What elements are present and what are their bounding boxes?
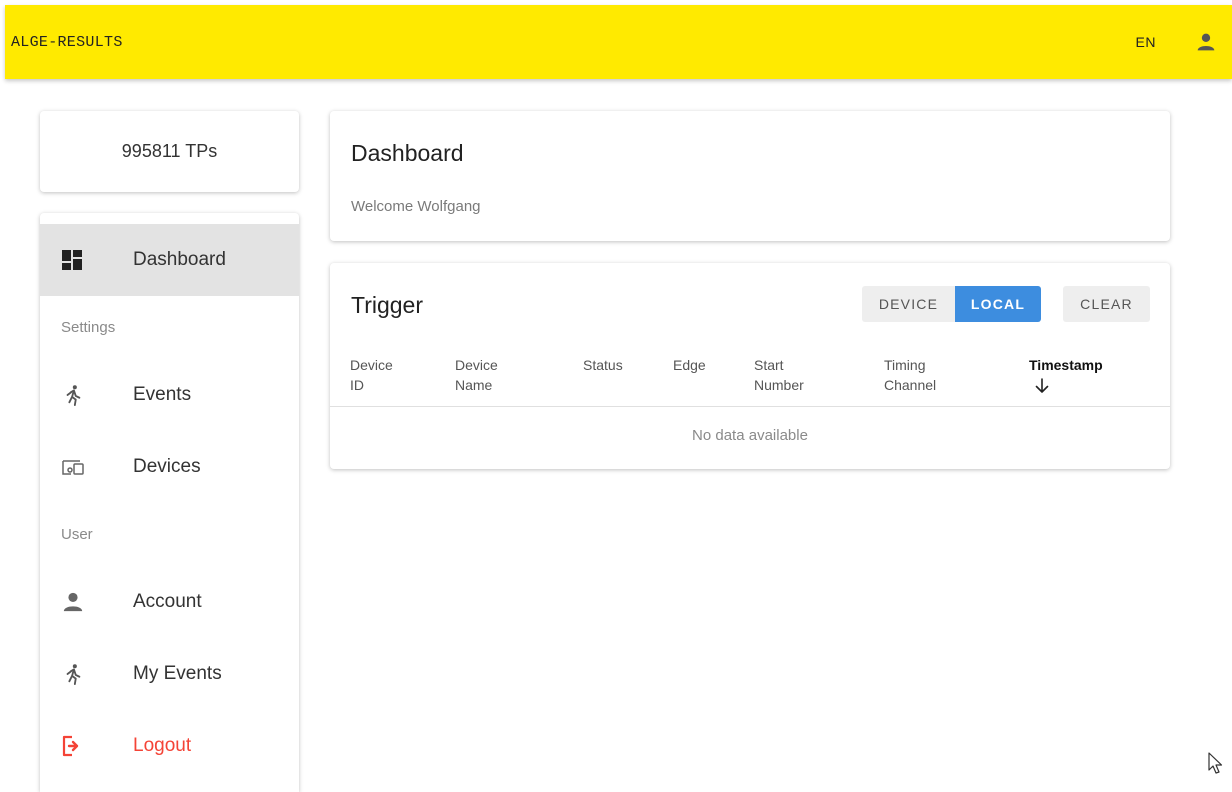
device-source-button[interactable]: DEVICE xyxy=(862,286,955,322)
account-menu-button[interactable] xyxy=(1194,30,1218,54)
column-header-line: Name xyxy=(455,377,493,393)
column-header-line: ID xyxy=(350,377,364,393)
dashboard-icon xyxy=(40,250,133,270)
sidebar-item-label: Account xyxy=(133,591,202,612)
tp-balance: 995811 TPs xyxy=(121,141,218,161)
tp-balance-card: 995811 TPs xyxy=(40,111,299,192)
clear-button[interactable]: CLEAR xyxy=(1063,286,1150,322)
column-header-line: Channel xyxy=(884,377,937,393)
account-icon xyxy=(1197,33,1215,51)
column-header-status[interactable]: Status xyxy=(583,355,623,375)
column-header-line: Timing xyxy=(884,357,926,373)
trigger-card: Trigger DEVICE LOCAL CLEAR Device ID Dev… xyxy=(330,263,1170,469)
sidebar: Dashboard Settings Events Devices User A… xyxy=(40,213,299,792)
trigger-title: Trigger xyxy=(351,292,423,318)
settings-subheader: Settings xyxy=(61,319,116,336)
devices-icon xyxy=(40,458,133,476)
app-bar: ALGE-RESULTS EN xyxy=(5,5,1232,79)
source-toggle: DEVICE LOCAL xyxy=(862,286,1041,322)
no-data-message: No data available xyxy=(692,427,808,444)
table-divider xyxy=(330,406,1170,407)
column-header-start-number[interactable]: Start Number xyxy=(754,355,804,395)
column-header-line: Number xyxy=(754,377,804,393)
user-subheader: User xyxy=(61,526,93,543)
sidebar-item-label: Dashboard xyxy=(133,249,226,270)
sidebar-item-events[interactable]: Events xyxy=(40,359,299,431)
logout-icon xyxy=(40,735,133,757)
sidebar-item-devices[interactable]: Devices xyxy=(40,431,299,503)
app-title[interactable]: ALGE-RESULTS xyxy=(11,34,123,51)
column-header-timing-channel[interactable]: Timing Channel xyxy=(884,355,936,395)
column-header-line: Edge xyxy=(673,357,706,373)
sidebar-item-logout[interactable]: Logout xyxy=(40,710,299,782)
column-header-line: Status xyxy=(583,357,623,373)
sidebar-item-my-events[interactable]: My Events xyxy=(40,638,299,710)
column-header-line: Timestamp xyxy=(1029,357,1103,373)
sidebar-item-label: Events xyxy=(133,384,192,405)
sidebar-item-label: My Events xyxy=(133,663,222,684)
column-header-line: Start xyxy=(754,357,784,373)
run-icon xyxy=(40,383,133,407)
mouse-cursor-icon xyxy=(1208,752,1223,774)
sidebar-item-dashboard[interactable]: Dashboard xyxy=(40,224,299,296)
column-header-timestamp[interactable]: Timestamp xyxy=(1029,355,1103,394)
dashboard-title: Dashboard xyxy=(351,140,464,166)
welcome-text: Welcome Wolfgang xyxy=(351,198,481,215)
local-source-button[interactable]: LOCAL xyxy=(955,286,1041,322)
language-button[interactable]: EN xyxy=(1136,34,1156,50)
column-header-line: Device xyxy=(350,357,393,373)
sidebar-item-account[interactable]: Account xyxy=(40,566,299,638)
column-header-device-name[interactable]: Device Name xyxy=(455,355,498,395)
run-icon xyxy=(40,662,133,686)
sidebar-item-label: Devices xyxy=(133,456,201,477)
column-header-device-id[interactable]: Device ID xyxy=(350,355,393,395)
column-header-edge[interactable]: Edge xyxy=(673,355,706,375)
column-header-line: Device xyxy=(455,357,498,373)
arrow-down-icon xyxy=(1035,378,1049,393)
dashboard-card: Dashboard Welcome Wolfgang xyxy=(330,111,1170,241)
account-icon xyxy=(40,591,133,613)
sidebar-item-label: Logout xyxy=(133,735,192,756)
